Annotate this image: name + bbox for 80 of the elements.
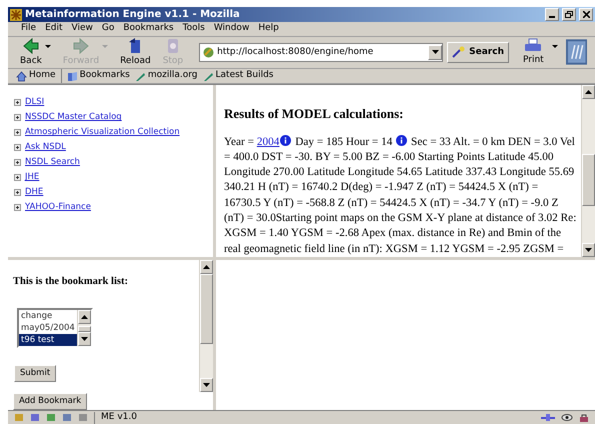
tree-link[interactable]: NSSDC Master Catalog bbox=[25, 111, 122, 124]
toolbar-button[interactable]: Back bbox=[16, 36, 55, 68]
form-button[interactable]: Submit bbox=[14, 365, 56, 382]
tree-link[interactable]: DLSI bbox=[25, 96, 44, 110]
menu-item[interactable]: Tools bbox=[182, 22, 205, 36]
tree-link[interactable]: Atmospheric Visualization Collection bbox=[25, 126, 180, 140]
down-arrow-icon bbox=[203, 383, 210, 388]
component-bar-icon[interactable] bbox=[62, 413, 72, 422]
down-arrow-icon bbox=[81, 337, 88, 341]
tree-link[interactable]: NSDL Search bbox=[25, 156, 80, 170]
menu-item[interactable]: Go bbox=[102, 22, 114, 36]
menu-item[interactable]: View bbox=[72, 22, 93, 36]
info-icon[interactable] bbox=[280, 134, 292, 146]
expand-icon[interactable] bbox=[14, 129, 21, 136]
form-button[interactable]: Add Bookmark bbox=[13, 393, 88, 410]
lock-icon bbox=[579, 413, 589, 422]
status-text: ME v1.0 bbox=[101, 410, 137, 424]
menu-item[interactable]: Bookmarks bbox=[123, 22, 174, 36]
window-title: Metainformation Engine v1.1 - Mozilla bbox=[25, 8, 240, 22]
expand-icon[interactable] bbox=[14, 144, 21, 152]
bookmark-toolbar-item[interactable]: mozilla.org bbox=[134, 69, 198, 83]
vertical-scrollbar[interactable] bbox=[581, 85, 595, 258]
up-arrow-icon bbox=[585, 90, 592, 94]
list-option[interactable]: t96 test bbox=[19, 334, 77, 346]
throbber-icon bbox=[566, 39, 587, 66]
up-arrow-icon bbox=[81, 315, 88, 319]
menu-item[interactable]: Edit bbox=[45, 22, 62, 36]
down-arrow-icon bbox=[585, 248, 592, 252]
bookmark-toolbar-item[interactable]: Bookmarks bbox=[66, 69, 130, 83]
close-button[interactable] bbox=[579, 8, 593, 21]
bookmark-list-heading: This is the bookmark list: bbox=[13, 275, 129, 290]
results-paragraph: Year = 2004 Day = 185 Hour = 14 Sec = 33 Alt. = 0 km DEN = 3.0 Vel = 400.0 DST = -30. BY = 5.00 BZ = -6.00 Starting Points Latitude 45.00 Longitude 270.00 Latitude Longitude 54.65 Latitude 337.43 Longitude 55.69 340.21 H (nT) = 16740.2 D(deg) = -1.947 Z (nT) = 54424.5 X (nT) = 16730.5 Y (nT) = -568.8 Z (nT) = 54424.5 X (nT) = -34.7 Y (nT) = -9.0 Z (nT) = 30.0Starting point maps on the GSM X-Y plane at distance of 3.02 Re: XGSM = 1.40 YGSM = -2.68 Apex (max. distance in Re) and Bmin of the real geomagnetic field line (in nT): XGSM = 1.12 YGSM = -2.95 ZGSM = bbox=[224, 134, 577, 257]
bookmark-leaf-icon bbox=[202, 70, 214, 82]
tree-link[interactable]: YAHOO-Finance bbox=[25, 201, 91, 214]
results-heading: Results of MODEL calculations: bbox=[224, 106, 404, 122]
bookmark-leaf-icon bbox=[134, 70, 146, 82]
menu-item[interactable]: Window bbox=[214, 22, 250, 36]
expand-icon[interactable] bbox=[14, 204, 21, 212]
expand-icon[interactable] bbox=[14, 114, 21, 122]
bookmarks-icon bbox=[66, 70, 78, 82]
dropdown-arrow-icon[interactable] bbox=[432, 50, 439, 54]
bookmark-toolbar-item[interactable]: Home bbox=[16, 69, 56, 83]
app-icon bbox=[10, 8, 22, 20]
dropdown-arrow-icon bbox=[44, 45, 51, 50]
search-icon bbox=[452, 46, 466, 58]
vertical-scrollbar[interactable] bbox=[199, 260, 213, 392]
search-button[interactable]: Search bbox=[447, 42, 509, 63]
house-icon bbox=[16, 70, 27, 82]
minimize-button[interactable] bbox=[545, 8, 559, 21]
list-option[interactable]: may05/2004 bbox=[19, 322, 77, 334]
expand-icon[interactable] bbox=[14, 189, 21, 196]
menu-item[interactable]: File bbox=[21, 22, 36, 36]
eye-icon bbox=[561, 413, 573, 422]
bookmark-toolbar-item[interactable]: Latest Builds bbox=[202, 69, 274, 83]
tree-link[interactable]: JHE bbox=[25, 171, 40, 184]
tree-link[interactable]: Ask NSDL bbox=[25, 141, 66, 154]
year-link[interactable]: 2004 bbox=[256, 136, 280, 148]
address-field[interactable]: http://localhost:8080/engine/home bbox=[199, 42, 444, 62]
component-bar-icon[interactable] bbox=[30, 413, 40, 422]
dropdown-arrow-icon[interactable] bbox=[552, 45, 558, 50]
printer-icon bbox=[524, 38, 542, 54]
expand-icon[interactable] bbox=[14, 159, 21, 166]
bookmark-listbox[interactable]: change may05/2004 t96 test bbox=[17, 308, 93, 348]
back-arrow-icon bbox=[22, 36, 40, 54]
print-button[interactable]: Print bbox=[518, 38, 548, 67]
expand-icon[interactable] bbox=[14, 99, 21, 106]
menu-item[interactable]: Help bbox=[258, 22, 279, 36]
connection-icon bbox=[541, 413, 555, 422]
restore-button[interactable] bbox=[562, 8, 576, 21]
info-icon[interactable] bbox=[396, 134, 408, 146]
up-arrow-icon bbox=[203, 265, 210, 270]
restore-icon bbox=[565, 11, 573, 18]
close-icon bbox=[582, 11, 590, 18]
page-icon bbox=[203, 46, 214, 58]
list-option[interactable]: change bbox=[19, 310, 77, 322]
toolbar-button[interactable]: Reload bbox=[116, 36, 155, 68]
tree-link[interactable]: DHE bbox=[25, 186, 44, 200]
expand-icon[interactable] bbox=[14, 174, 21, 182]
dropdown-arrow-icon bbox=[102, 45, 108, 50]
vertical-scrollbar[interactable] bbox=[77, 310, 91, 346]
